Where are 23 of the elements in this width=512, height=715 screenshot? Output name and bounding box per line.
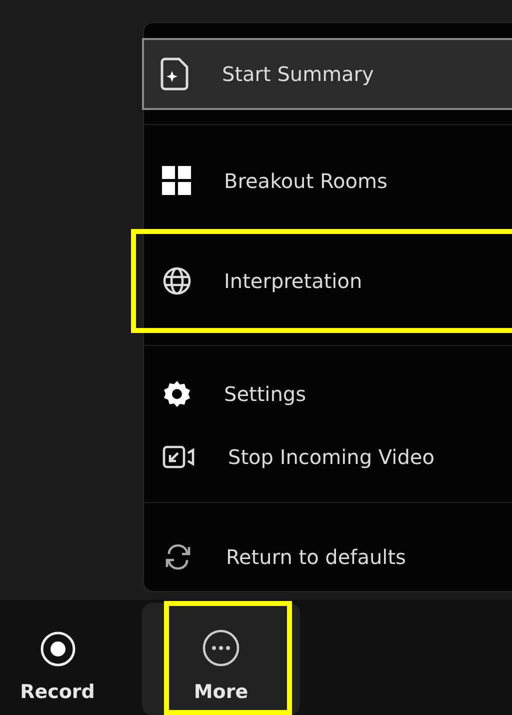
menu-item-label: Breakout Rooms bbox=[224, 169, 388, 193]
toolbar-button[interactable]: Record bbox=[0, 603, 115, 715]
menu-item[interactable]: Start Summary bbox=[142, 38, 512, 110]
button-label: More bbox=[194, 681, 248, 703]
globe-icon bbox=[162, 266, 192, 296]
video-icon bbox=[162, 444, 196, 470]
toolbar-button[interactable]: More bbox=[142, 603, 300, 715]
document-icon bbox=[160, 57, 190, 91]
menu-item[interactable]: Stop Incoming Video bbox=[144, 425, 512, 488]
grid-icon bbox=[162, 166, 192, 196]
menu-item-label: Start Summary bbox=[222, 62, 374, 86]
menu-item-label: Interpretation bbox=[224, 269, 362, 293]
more-icon bbox=[202, 629, 240, 667]
menu-item[interactable]: Breakout Rooms bbox=[144, 131, 512, 231]
menu-item-label: Stop Incoming Video bbox=[228, 444, 434, 468]
button-label: Record bbox=[20, 681, 95, 703]
menu-item-label: Return to defaults bbox=[226, 544, 406, 568]
menu-item[interactable]: Interpretation bbox=[144, 231, 512, 331]
record-icon bbox=[40, 631, 76, 667]
menu-item[interactable]: Settings bbox=[144, 362, 512, 425]
gear-icon bbox=[162, 378, 192, 408]
menu-item[interactable]: Return to defaults bbox=[144, 525, 512, 588]
menu-item-label: Settings bbox=[224, 382, 306, 406]
